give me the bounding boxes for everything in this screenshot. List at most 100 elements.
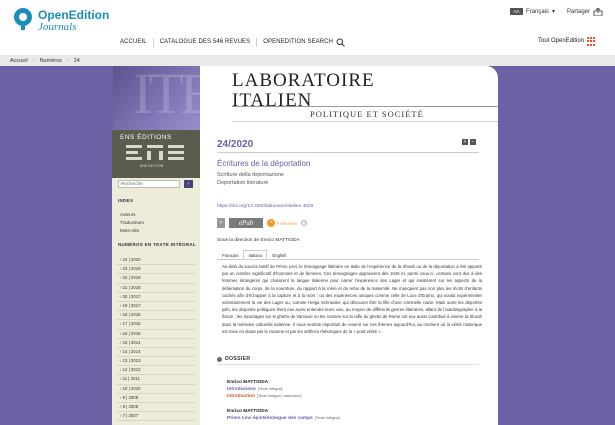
formats-bar: × ePub ◔ Freemium ?: [217, 218, 308, 228]
ens-logo-icon: [126, 145, 184, 160]
tab-italiano[interactable]: Italiano: [243, 250, 268, 259]
issue-title-fr: Écritures de la déportation: [217, 159, 311, 168]
doi-link[interactable]: https://doi.org/10.4000/laboratoireitali…: [217, 204, 313, 209]
chevron-down-icon: ▾: [552, 9, 556, 15]
breadcrumb-current: 24: [73, 57, 80, 64]
sidebar-issue-label: 8 | 2008: [122, 404, 139, 409]
sidebar-search-input[interactable]: Recherche: [118, 180, 180, 188]
sidebar-issue-link[interactable]: › 19 | 2017: [116, 302, 196, 312]
masthead-divider: [232, 121, 498, 122]
search-icon: [336, 38, 345, 47]
index-heading: INDEX: [118, 198, 134, 203]
main-menu: ACCUEIL CATALOGUE DES 546 REVUES OPENEDI…: [120, 36, 345, 48]
sidebar-issue-link[interactable]: › 14 | 2014: [116, 348, 196, 358]
sidebar-issue-link[interactable]: › 21 | 2018: [116, 284, 196, 293]
share-button[interactable]: Partager: [567, 8, 603, 16]
sidebar: ENS ÉDITIONS ENS DE LYON Recherche › IND…: [112, 130, 200, 425]
sidebar-issue-label: 10 | 2010: [122, 385, 141, 391]
issue-divider: [217, 152, 479, 153]
open-access-icon: ◔: [267, 219, 275, 227]
tab-francais[interactable]: Français: [217, 250, 243, 259]
toc-article-link[interactable]: Introduzione [Texte intégral]: [227, 387, 282, 392]
publisher-name: ENS ÉDITIONS: [120, 134, 172, 141]
close-icon[interactable]: ×: [217, 218, 225, 228]
sidebar-issue-label: 24 | 2020: [122, 257, 141, 262]
sidebar-issue-label: 20 | 2017: [122, 293, 141, 299]
language-selector[interactable]: AA Français ▾: [510, 8, 555, 15]
sidebar-issue-link[interactable]: › 7 | 2007: [116, 412, 196, 422]
journal-title-line1[interactable]: LABORATOIRE: [232, 70, 375, 92]
epub-button[interactable]: ePub: [229, 218, 263, 228]
sidebar-issue-label: 22 | 2019: [122, 275, 141, 281]
zoom-in-icon[interactable]: +: [462, 139, 468, 145]
sidebar-issue-link[interactable]: › 17 | 2016: [116, 320, 196, 330]
issue-number: 24/2020: [217, 139, 254, 150]
index-link-translators[interactable]: Traducteurs: [120, 220, 144, 225]
breadcrumb-home[interactable]: Accueil: [10, 58, 28, 64]
sidebar-issue-link[interactable]: › 20 | 2017: [116, 293, 196, 302]
sidebar-issue-link[interactable]: › 10 | 2010: [116, 385, 196, 394]
breadcrumb-issues[interactable]: Numéros: [40, 58, 62, 64]
toc-article-link[interactable]: Introduction [Texte intégral | traduction…: [227, 394, 301, 399]
sidebar-issue-link[interactable]: › 16 | 2015: [116, 330, 196, 339]
sidebar-issue-link[interactable]: › 11 | 2011: [116, 375, 196, 385]
toc-divider: [217, 364, 479, 365]
sidebar-issue-label: 18 | 2016: [122, 312, 141, 318]
sidebar-issue-link[interactable]: › 8 | 2008: [116, 403, 196, 413]
brand-subname: Journals: [38, 21, 77, 33]
masthead-divider: [232, 106, 498, 107]
all-openedition-label: Tout OpenEdition: [538, 38, 585, 44]
journal-title-line2[interactable]: ITALIEN: [232, 90, 312, 112]
sidebar-issue-link[interactable]: › 24 | 2020: [116, 256, 196, 266]
sidebar-issue-link[interactable]: › 13 | 2013: [116, 357, 196, 367]
language-label: Français: [526, 8, 550, 15]
toc-article-note: [Texte intégral]: [257, 387, 283, 391]
top-bar: OpenEdition Journals AA Français ▾ Parta…: [0, 0, 615, 52]
toc-article-note: [Texte intégral | traduction]: [256, 394, 302, 398]
chevron-right-icon: ›: [32, 57, 35, 64]
openedition-logo-icon: [14, 8, 32, 30]
expand-icon: [217, 356, 222, 362]
toc-section-heading[interactable]: DOSSIER: [217, 356, 250, 362]
issue-direction: Sous la direction de Enrico MATTIODA: [217, 238, 300, 243]
toc-article-title: Introduction: [227, 394, 255, 399]
menu-accueil[interactable]: ACCUEIL: [120, 39, 147, 45]
toc-article-note: [Texte intégral]: [314, 416, 340, 420]
issues-list: › 24 | 2020 › 23 | 2019 › 22 | 2019 › 21 | …: [116, 256, 196, 422]
zoom-out-icon[interactable]: −: [470, 139, 476, 145]
sidebar-issue-label: 19 | 2017: [122, 302, 141, 308]
issue-title-en: Deportation literature: [217, 180, 269, 186]
tab-english[interactable]: English: [267, 250, 291, 259]
menu-divider: [152, 37, 154, 47]
sidebar-issue-label: 23 | 2019: [122, 266, 141, 272]
journal-subtitle: POLITIQUE ET SOCIÉTÉ: [310, 109, 424, 119]
sidebar-issue-label: 21 | 2018: [122, 284, 141, 290]
menu-search-label: OPENEDITION SEARCH: [263, 39, 334, 45]
issue-abstract: Au-delà du succès tardif de Primo Levi, …: [222, 264, 482, 334]
sidebar-issue-link[interactable]: › 23 | 2019: [116, 265, 196, 275]
openedition-logo[interactable]: OpenEdition Journals: [12, 6, 122, 36]
search-submit-button[interactable]: ›: [184, 180, 193, 188]
all-openedition-menu[interactable]: Tout OpenEdition: [538, 36, 597, 46]
index-link-keywords[interactable]: Mots-clés: [120, 228, 139, 233]
menu-divider: [256, 37, 258, 47]
freemium-badge[interactable]: ◔ Freemium: [267, 219, 297, 227]
sidebar-issue-label: 9 | 2009: [122, 394, 139, 400]
language-icon: AA: [510, 8, 523, 15]
sidebar-issue-link[interactable]: › 12 | 2012: [116, 366, 196, 376]
journal-page-card: [200, 66, 498, 425]
toc-author: Enrico MATTIODA: [227, 409, 269, 414]
publisher-block[interactable]: ENS ÉDITIONS ENS DE LYON: [112, 130, 200, 178]
toc-article-link[interactable]: Primo Levi épistémologue des camps [Texte…: [227, 416, 340, 421]
share-icon: [593, 8, 603, 16]
issue-title-it: Scritture della deportazione: [217, 172, 284, 178]
sidebar-issue-link[interactable]: › 18 | 2016: [116, 311, 196, 321]
help-icon[interactable]: ?: [301, 220, 308, 226]
breadcrumb: Accueil › Numéros › 24: [0, 55, 615, 66]
sidebar-issue-link[interactable]: › 9 | 2009: [116, 394, 196, 403]
sidebar-issue-link[interactable]: › 22 | 2019: [116, 274, 196, 284]
menu-catalogue[interactable]: CATALOGUE DES 546 REVUES: [160, 39, 251, 45]
menu-search[interactable]: OPENEDITION SEARCH: [263, 38, 345, 47]
sidebar-issue-link[interactable]: › 15 | 2014: [116, 339, 196, 348]
index-link-authors[interactable]: Auteurs: [120, 212, 136, 217]
